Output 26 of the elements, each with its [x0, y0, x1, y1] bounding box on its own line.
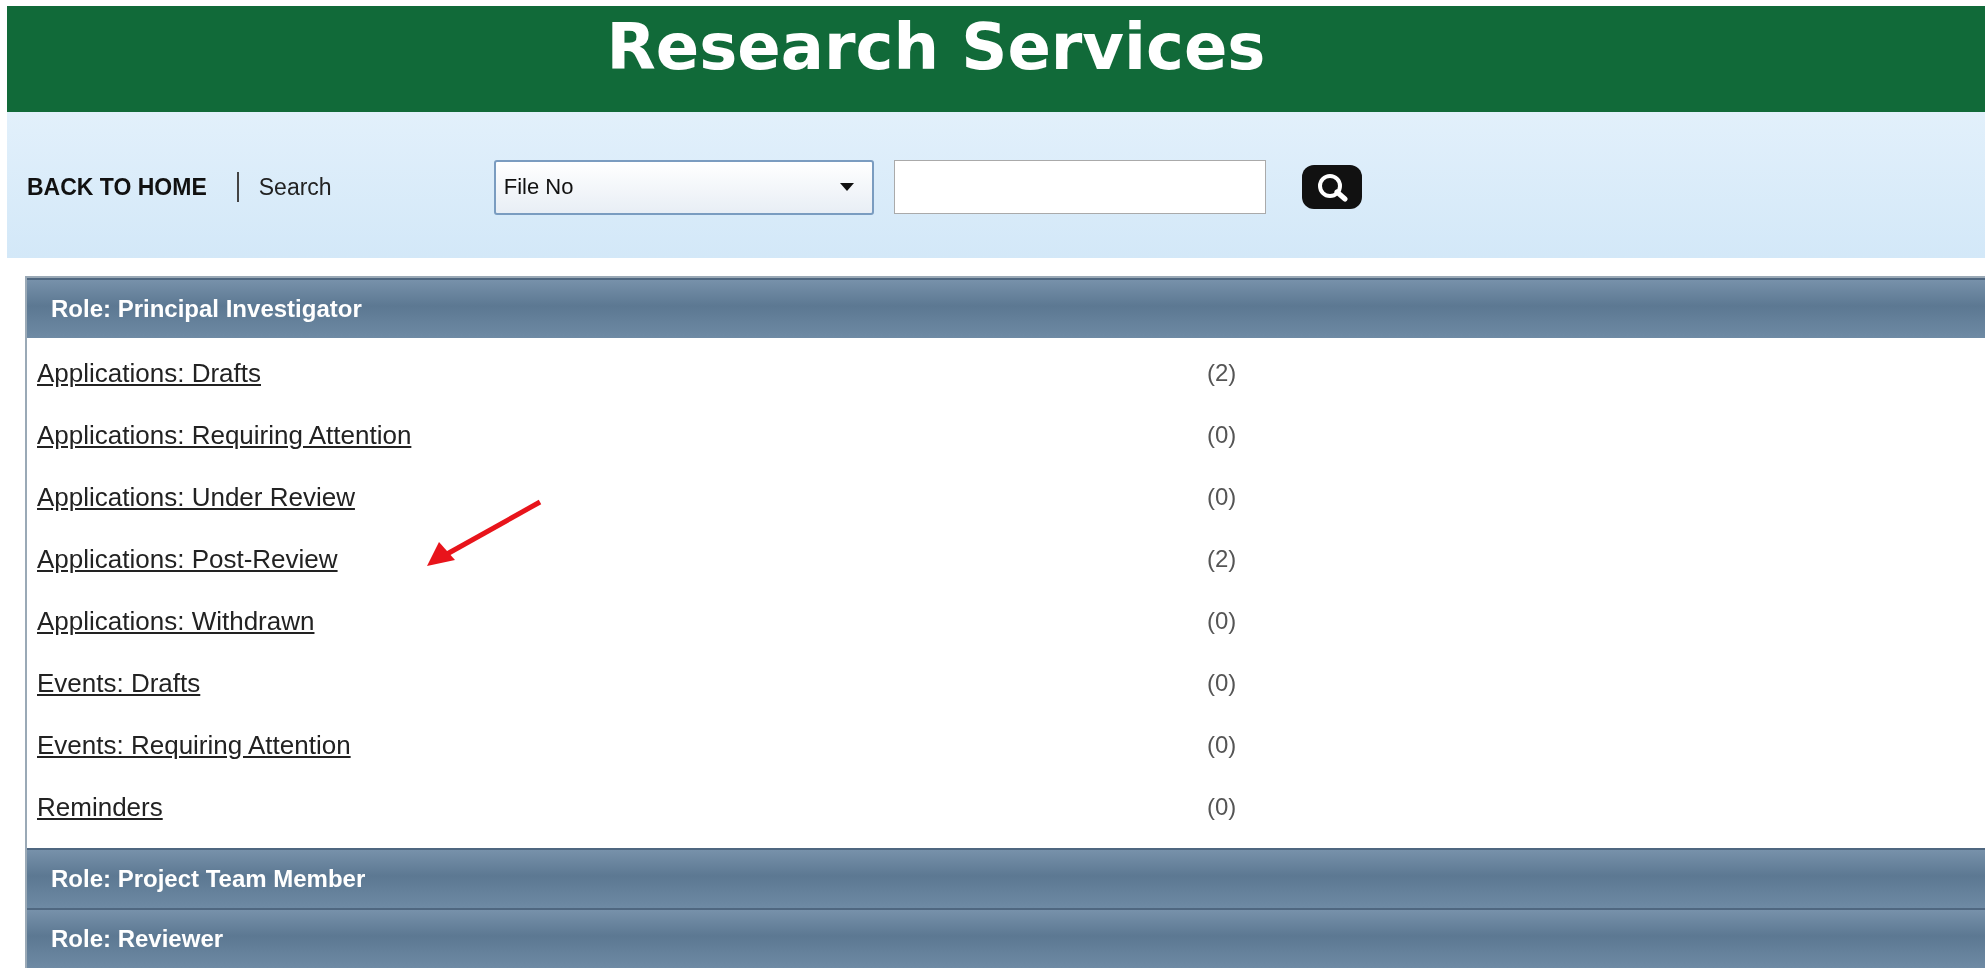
item-count: (0) — [1207, 483, 1237, 511]
role-header[interactable]: Role: Project Team Member — [27, 848, 1985, 908]
item-count: (2) — [1207, 545, 1237, 573]
site-title: Research Services — [606, 10, 1266, 86]
application-link[interactable]: Applications: Under Review — [37, 481, 1207, 513]
item-count: (2) — [1207, 359, 1237, 387]
item-count: (0) — [1207, 793, 1237, 821]
application-link[interactable]: Reminders — [37, 791, 1207, 823]
item-count: (0) — [1207, 421, 1237, 449]
search-type-dropdown[interactable]: File No — [493, 159, 874, 215]
dropdown-caret-icon — [839, 183, 854, 191]
search-field[interactable] — [893, 160, 1266, 214]
application-link[interactable]: Applications: Withdrawn — [37, 605, 1207, 637]
application-link[interactable]: Events: Drafts — [37, 667, 1207, 699]
application-link[interactable]: Events: Requiring Attention — [37, 729, 1207, 761]
search-label: Search — [258, 173, 333, 201]
application-link[interactable]: Applications: Drafts — [37, 357, 1207, 389]
item-count: (0) — [1207, 731, 1237, 759]
application-link[interactable]: Applications: Post-Review — [37, 543, 1207, 575]
search-button[interactable] — [1301, 165, 1362, 209]
role-header[interactable]: Role: Principal Investigator — [27, 278, 1985, 338]
item-count: (0) — [1207, 669, 1237, 697]
item-count: (0) — [1207, 607, 1237, 635]
back-to-home-link[interactable]: BACK TO HOME — [27, 173, 207, 201]
application-link[interactable]: Applications: Requiring Attention — [37, 419, 1207, 451]
role-header[interactable]: Role: Reviewer — [27, 908, 1985, 968]
